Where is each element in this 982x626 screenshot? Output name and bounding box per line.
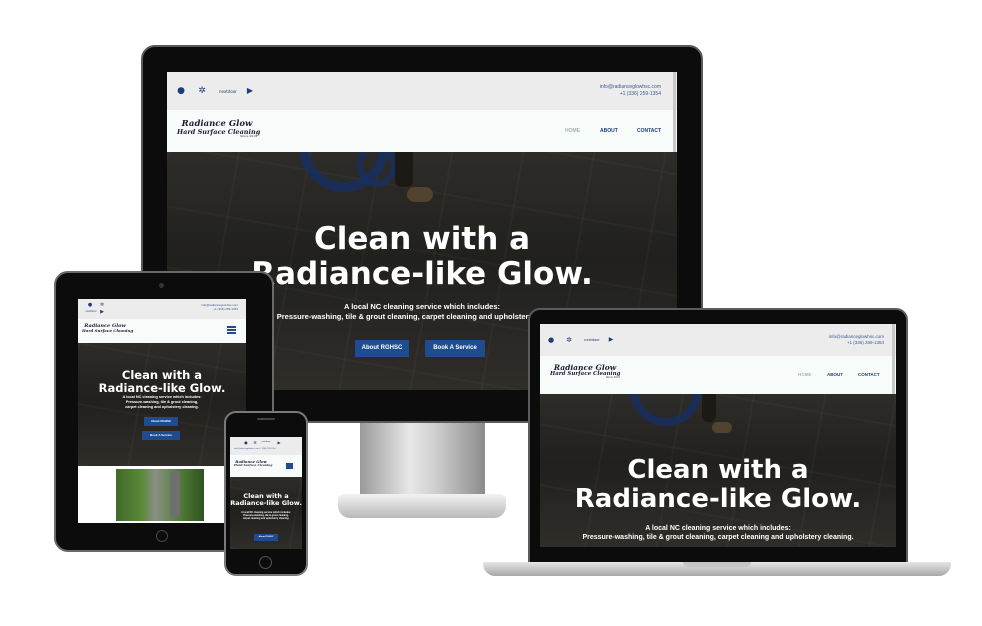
site-logo[interactable]: Radiance Glow Hard Surface Cleaning Sinc… <box>177 120 260 138</box>
hero-title: Clean with a Radiance-like Glow. <box>574 455 862 515</box>
nextdoor-icon[interactable]: nextdoor <box>217 89 239 94</box>
facebook-icon[interactable]: ● <box>86 302 94 308</box>
top-bar: ● ✲ nextdoor ▶ info@radianceglowhsc.com … <box>167 72 677 110</box>
book-service-button[interactable]: Book A Service <box>142 431 180 440</box>
nav-contact[interactable]: CONTACT <box>637 128 661 134</box>
hero-subtitle: A local NC cleaning service which includ… <box>122 395 202 410</box>
tablet-camera <box>159 283 164 288</box>
scrollbar[interactable] <box>892 324 895 394</box>
youtube-icon[interactable]: ▶ <box>276 440 282 445</box>
youtube-icon[interactable]: ▶ <box>245 86 255 95</box>
yelp-icon[interactable]: ✲ <box>197 86 207 96</box>
nav-contact[interactable]: CONTACT <box>858 372 880 377</box>
hero-section: Clean with a Radiance-like Glow. A local… <box>78 343 246 466</box>
hero-section: Clean with a Radiance-like Glow. A local… <box>540 394 896 547</box>
youtube-icon[interactable]: ▶ <box>607 336 615 343</box>
phone-home-button[interactable] <box>259 556 272 569</box>
site-logo[interactable]: Radiance Glow Hard Surface Cleaning <box>82 324 133 333</box>
nav-home[interactable]: HOME <box>565 128 580 134</box>
laptop-notch <box>683 562 751 567</box>
site-logo[interactable]: Radiance Glow Hard Surface Cleaning Sinc… <box>550 364 620 380</box>
book-service-button[interactable]: Book A Service <box>425 340 485 357</box>
nextdoor-icon[interactable]: nextdoor <box>260 441 272 443</box>
hero-title: Clean with a Radiance-like Glow. <box>98 368 226 395</box>
hero-title: Clean with a Radiance-like Glow. <box>230 492 302 508</box>
hero-subtitle: A local NC cleaning service which includ… <box>241 511 291 521</box>
garden-worker <box>170 471 180 517</box>
contact-info: info@radianceglowhsc.com +1 (336) 259-13… <box>201 303 238 312</box>
nav-home[interactable]: HOME <box>798 372 812 377</box>
tablet-home-button[interactable] <box>156 530 168 542</box>
top-bar: ● ✲ nextdoor ▶ info@radianceglowhsc.com … <box>230 437 302 455</box>
about-button[interactable]: About RGHSC <box>254 534 278 541</box>
monitor-stand-base <box>338 494 506 518</box>
nav-about[interactable]: ABOUT <box>827 372 843 377</box>
hamburger-menu-icon[interactable] <box>227 326 236 334</box>
phone-link[interactable]: +1 (336) 259-1354 <box>829 340 884 346</box>
responsive-mockup: ● ✲ nextdoor ▶ info@radianceglowhsc.com … <box>0 0 982 626</box>
site-logo[interactable]: Radiance Glow Hard Surface Cleaning <box>234 460 272 467</box>
yelp-icon[interactable]: ✲ <box>98 302 106 308</box>
garden-image <box>116 469 204 521</box>
email-link[interactable]: info@radianceglowhsc.com <box>829 334 884 340</box>
phone-link[interactable]: +1 (336) 259-1354 <box>600 91 661 98</box>
nav-bar: Radiance Glow Hard Surface Cleaning Sinc… <box>167 110 677 152</box>
nextdoor-icon[interactable]: nextdoor <box>583 338 601 342</box>
contact-info: info@radianceglowhsc.com +1 (336) 259-13… <box>829 334 884 346</box>
yelp-icon[interactable]: ✲ <box>252 440 258 445</box>
phone-link[interactable]: +1 (336) 259-1354 <box>201 307 238 312</box>
contact-info: info@radianceglowhsc.com +1 (336) 259-13… <box>234 448 276 451</box>
nav-bar: Radiance Glow Hard Surface Cleaning <box>230 455 302 477</box>
tablet-screen: ● ✲ nextdoor ▶ info@radianceglowhsc.com … <box>78 299 246 523</box>
about-button[interactable]: About RGHSC <box>355 340 409 357</box>
about-button[interactable]: About RGHSC <box>144 417 178 426</box>
phone-speaker <box>257 418 275 420</box>
facebook-icon[interactable]: ● <box>176 86 186 96</box>
top-bar: ● ✲ nextdoor ▶ info@radianceglowhsc.com … <box>540 324 896 356</box>
nextdoor-icon[interactable]: nextdoor <box>84 310 98 313</box>
phone-link[interactable]: +1 (336) 259-1354 <box>259 448 276 450</box>
hamburger-menu-icon[interactable] <box>286 463 293 469</box>
yelp-icon[interactable]: ✲ <box>565 336 573 344</box>
youtube-icon[interactable]: ▶ <box>98 309 106 315</box>
scrollbar[interactable] <box>673 72 676 152</box>
hero-section: Clean with a Radiance-like Glow. A local… <box>230 477 302 549</box>
facebook-icon[interactable]: ● <box>547 336 555 344</box>
hero-subtitle: A local NC cleaning service which includ… <box>582 525 854 542</box>
facebook-icon[interactable]: ● <box>243 440 249 445</box>
nav-bar: Radiance Glow Hard Surface Cleaning <box>78 319 246 343</box>
laptop-screen: ● ✲ nextdoor ▶ info@radianceglowhsc.com … <box>540 324 896 547</box>
email-link[interactable]: info@radianceglowhsc.com <box>600 84 661 91</box>
nav-bar: Radiance Glow Hard Surface Cleaning Sinc… <box>540 356 896 394</box>
email-link[interactable]: info@radianceglowhsc.com <box>234 448 259 450</box>
contact-info: info@radianceglowhsc.com +1 (336) 259-13… <box>600 84 661 97</box>
phone-screen: ● ✲ nextdoor ▶ info@radianceglowhsc.com … <box>230 437 302 549</box>
nav-about[interactable]: ABOUT <box>600 128 618 134</box>
monitor-stand-neck <box>360 418 485 498</box>
top-bar: ● ✲ nextdoor ▶ info@radianceglowhsc.com … <box>78 299 246 319</box>
